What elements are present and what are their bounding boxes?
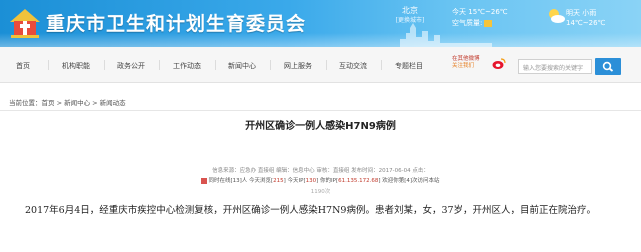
nav-item-government-affairs[interactable]: 政务公开 <box>117 61 145 71</box>
tomorrow-temp: 14℃~26℃ <box>566 19 606 27</box>
site-logo-icon[interactable] <box>7 6 43 40</box>
stats-marker-icon <box>201 177 208 184</box>
search-input[interactable]: 输入您要搜索的关键字 <box>518 59 592 74</box>
search-icon <box>602 61 614 72</box>
weibo-icon[interactable] <box>492 57 506 70</box>
nav-divider <box>104 60 105 70</box>
visitor-stats: 同时在线[13]人 今天浏览[215] 今天IP[130] 你的IP[61.13… <box>0 176 641 184</box>
sun-cloud-icon <box>549 9 565 23</box>
stats-prefix: 同时在线[13]人 今天浏览[ <box>208 178 274 184</box>
your-ip: 61.135.172.68 <box>338 178 379 184</box>
nav-divider <box>381 60 382 70</box>
article-title: 开州区确诊一例人感染H7N9病例 <box>245 121 396 132</box>
nav-item-special-topics[interactable]: 专题栏目 <box>395 61 423 71</box>
tomorrow-weather: 小雨 <box>582 9 597 17</box>
nav-item-interaction[interactable]: 互动交流 <box>339 61 367 71</box>
site-title[interactable]: 重庆市卫生和计划生育委员会 <box>46 9 306 36</box>
tomorrow-label: 明天 <box>566 9 580 17</box>
nav-divider <box>326 60 327 70</box>
stats-suffix: ] 欢迎你第[4]次访问本站 <box>378 178 440 184</box>
nav-item-news-center[interactable]: 新闻中心 <box>228 61 256 71</box>
nav-divider <box>159 60 160 70</box>
nav-item-work-updates[interactable]: 工作动态 <box>173 61 201 71</box>
today-label: 今天 <box>452 8 466 16</box>
today-temp: 15℃~26℃ <box>468 8 508 16</box>
nav-item-functions[interactable]: 机构职能 <box>62 61 90 71</box>
air-quality-badge <box>484 19 493 27</box>
stats-ip-label: ] 你的IP[ <box>316 178 339 184</box>
city-name: 北京 <box>402 6 418 15</box>
air-quality-label: 空气质量: <box>452 19 483 27</box>
nav-divider <box>48 60 49 70</box>
nav-item-online-services[interactable]: 网上服务 <box>284 61 312 71</box>
visit-count: 1190次 <box>310 189 331 195</box>
article-body: 2017年6月4日，经重庆市疾控中心检测复核，开州区确诊一例人感染H7N9病例。… <box>25 205 597 216</box>
today-ip: 130 <box>305 178 317 184</box>
weather-today: 今天 15℃~26℃ 空气质量: <box>452 7 508 29</box>
main-nav: 首页 机构职能 政务公开 工作动态 新闻中心 网上服务 互动交流 专题栏目 在其… <box>0 47 641 83</box>
nav-divider <box>215 60 216 70</box>
weather-tomorrow: 明天 小雨 14℃~26℃ <box>566 8 605 28</box>
stats-mid: ] 今天IP[ <box>283 178 306 184</box>
article-meta: 信息来源：应急办 直接组 编辑：信息中心 审核：直接组 发布时间：2017-06… <box>212 168 429 174</box>
nav-item-home[interactable]: 首页 <box>16 61 30 71</box>
breadcrumb-divider <box>0 110 641 111</box>
today-views: 215 <box>273 178 284 184</box>
search-button[interactable] <box>595 58 621 75</box>
site-header: 重庆市卫生和计划生育委员会 北京 [更换城市] 今天 15℃~26℃ 空气质量:… <box>0 0 641 47</box>
nav-divider <box>270 60 271 70</box>
breadcrumb[interactable]: 当前位置：首页 > 新闻中心 > 新闻动态 <box>9 97 126 107</box>
